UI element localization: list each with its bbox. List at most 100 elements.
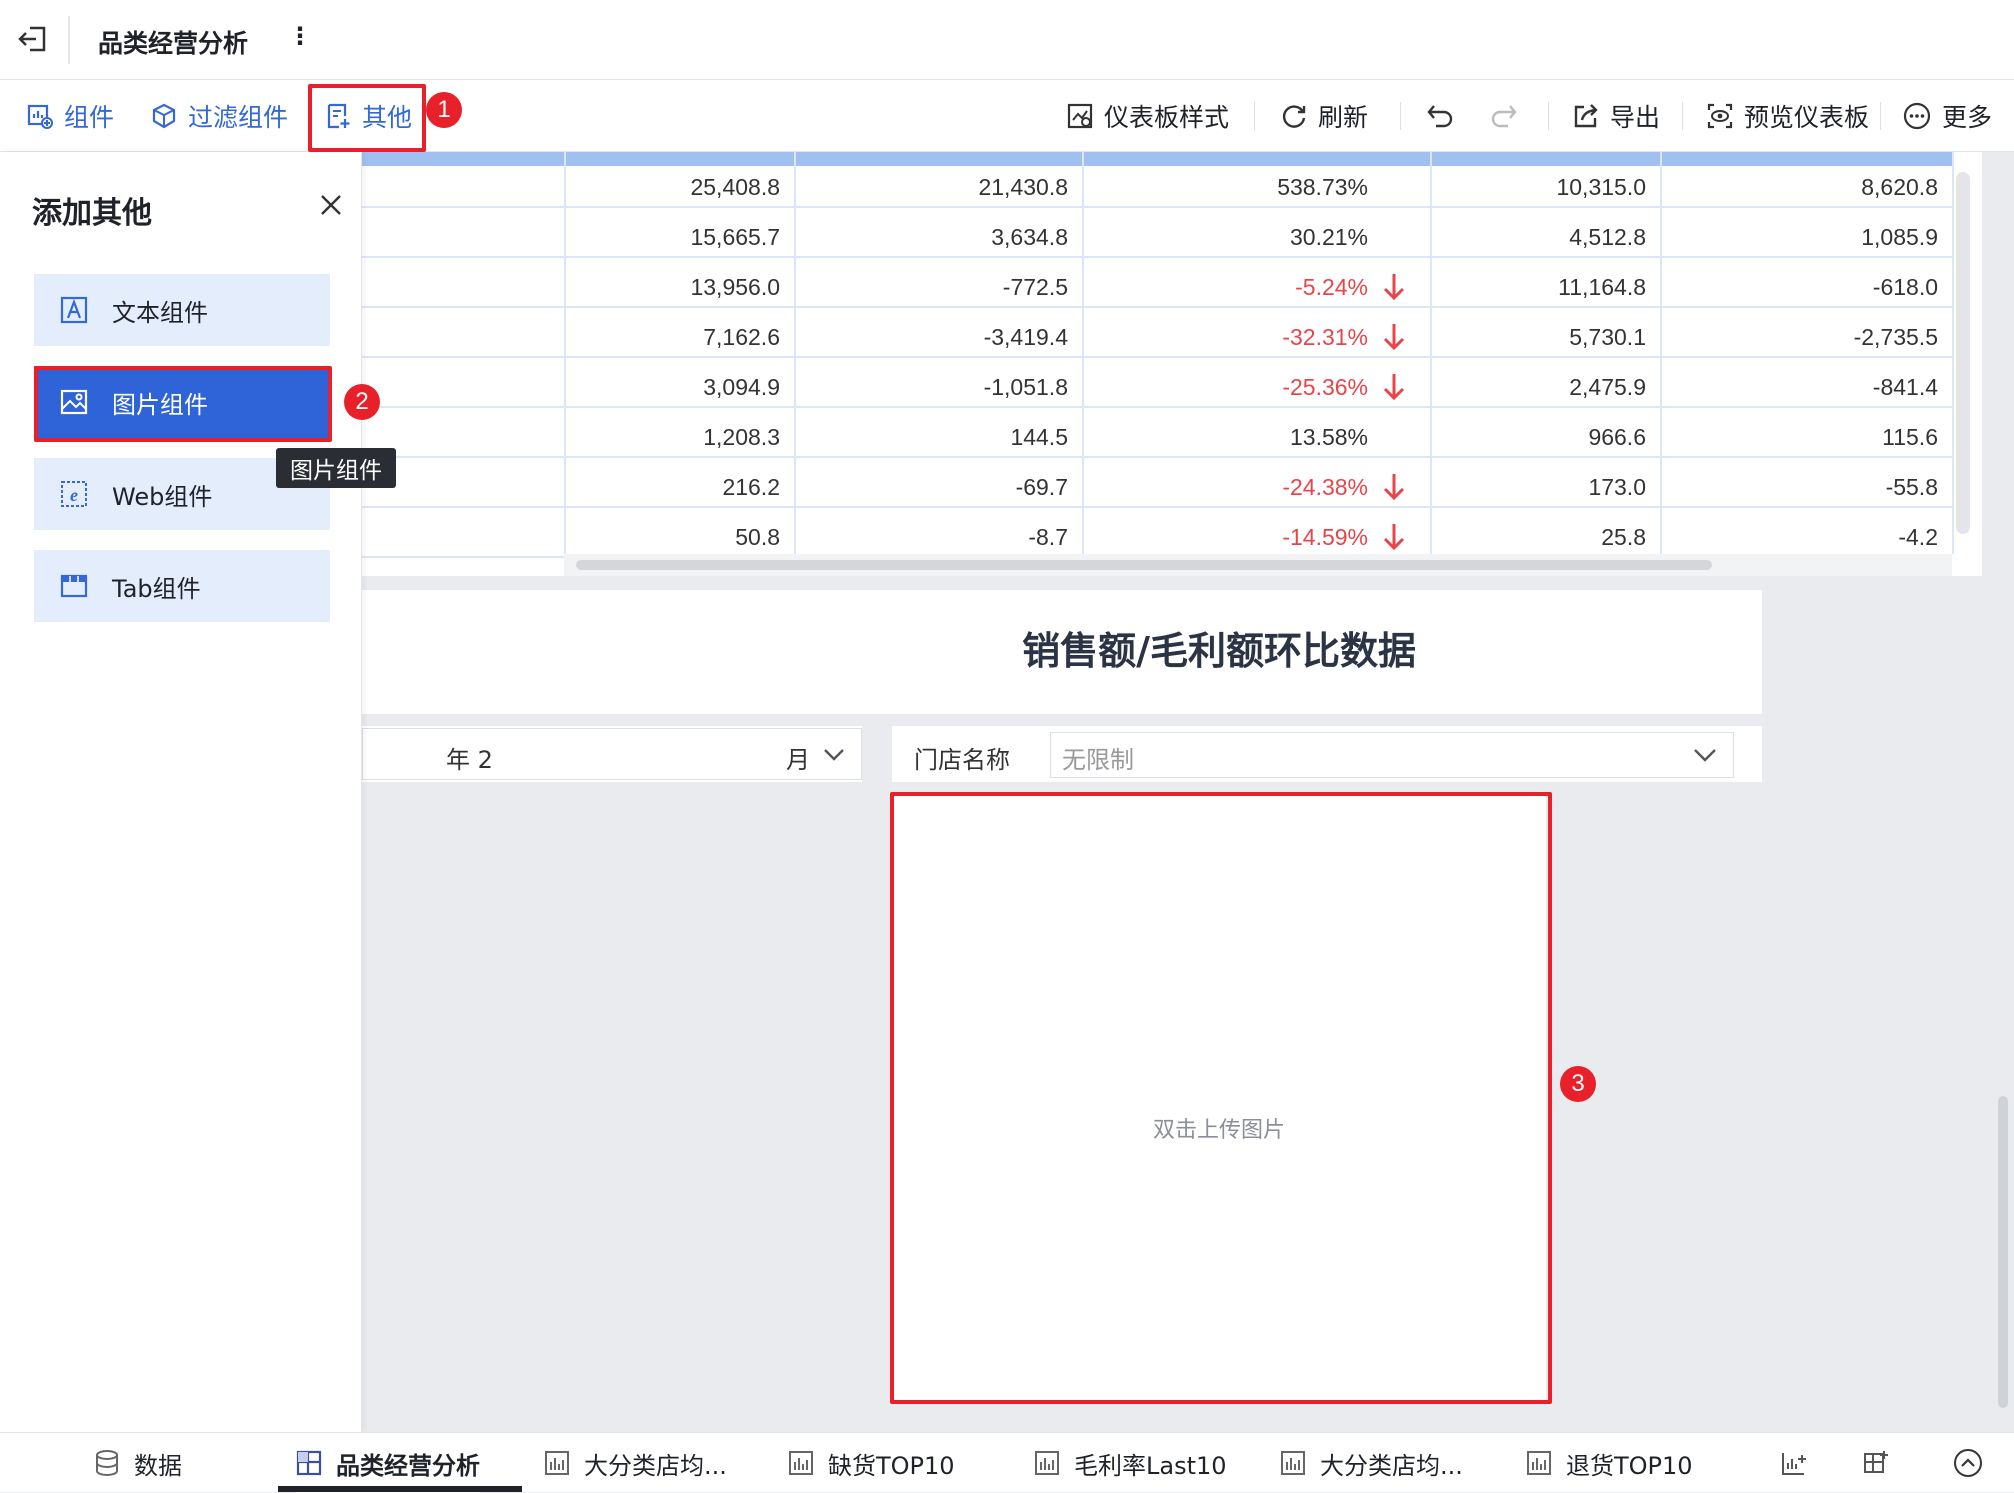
more-icon: [1902, 101, 1932, 131]
table-cell: -5.24%: [1295, 274, 1368, 300]
tab-data-label: 数据: [134, 1451, 182, 1480]
more-label: 更多: [1942, 103, 1993, 132]
toolbar-component-button[interactable]: 组件: [26, 80, 114, 152]
add-dashboard-icon[interactable]: [1862, 1449, 1890, 1477]
table-cell: 2,475.9: [1569, 374, 1646, 400]
preview-dashboard-button[interactable]: 预览仪表板: [1706, 80, 1869, 152]
toolbar-divider: [1682, 102, 1683, 130]
tab-category-analysis[interactable]: 品类经营分析: [296, 1433, 480, 1493]
export-button[interactable]: 导出: [1572, 80, 1660, 152]
export-label: 导出: [1610, 103, 1661, 132]
table-cell: 216.2: [722, 474, 780, 500]
table-cell: -4.2: [1898, 524, 1938, 550]
table-cell: 8,620.8: [1861, 174, 1938, 200]
tab-return-top10[interactable]: 退货TOP10: [1526, 1433, 1693, 1493]
dashboard-style-button[interactable]: 仪表板样式: [1066, 80, 1229, 152]
row-divider: [362, 206, 1952, 208]
chart-icon: [788, 1450, 814, 1476]
table-cell: 50.8: [735, 524, 780, 550]
tab-stockout-top10-label: 缺货TOP10: [828, 1451, 955, 1480]
row-divider: [362, 356, 1952, 358]
tab-category-avg-1[interactable]: 大分类店均...: [544, 1433, 727, 1493]
store-filter: 门店名称 无限制: [892, 726, 1762, 782]
panel-title: 添加其他: [32, 196, 152, 231]
down-arrow-icon: [1382, 272, 1406, 302]
filter-component-icon: [150, 102, 178, 130]
svg-text:e: e: [70, 485, 78, 505]
toolbar: 组件 过滤组件 其他 仪表板样式 刷新 导出 预览仪表板 更多: [0, 80, 2014, 152]
toolbar-divider: [1400, 102, 1401, 130]
table-cell: -3,419.4: [983, 324, 1068, 350]
top-bar: 品类经营分析 ⋮: [0, 0, 2014, 80]
month-label: 月: [786, 746, 810, 774]
active-tab-indicator: [278, 1486, 522, 1492]
tab-component-icon: [60, 572, 88, 600]
year-month-filter[interactable]: 年 2 月: [362, 726, 862, 782]
text-component-item[interactable]: 文本组件: [34, 274, 330, 346]
tab-component-item[interactable]: Tab组件: [34, 550, 330, 622]
table-cell: 1,085.9: [1861, 224, 1938, 250]
table-cell: -24.38%: [1282, 474, 1368, 500]
toolbar-filter-button[interactable]: 过滤组件: [150, 80, 288, 152]
close-icon[interactable]: [318, 192, 344, 218]
store-select[interactable]: [1050, 732, 1734, 778]
row-divider: [362, 306, 1952, 308]
table-cell: 538.73%: [1277, 174, 1368, 200]
tab-category-avg-2[interactable]: 大分类店均...: [1280, 1433, 1463, 1493]
image-component-highlight: [34, 366, 332, 442]
section-title-card: 销售额/毛利额环比数据: [362, 590, 1762, 714]
step-badge-1: 1: [426, 92, 462, 128]
down-arrow-icon: [1382, 472, 1406, 502]
horizontal-scrollbar-thumb[interactable]: [576, 560, 1712, 570]
page-title: 品类经营分析: [98, 29, 249, 58]
toolbar-divider: [1548, 102, 1549, 130]
down-arrow-icon: [1382, 322, 1406, 352]
refresh-button[interactable]: 刷新: [1280, 80, 1368, 152]
component-icon: [26, 102, 54, 130]
table-cell: -55.8: [1885, 474, 1938, 500]
store-label: 门店名称: [914, 746, 1010, 774]
page-scrollbar-thumb[interactable]: [1998, 1096, 2008, 1408]
tab-data[interactable]: 数据: [94, 1433, 182, 1493]
table-cell: 21,430.8: [978, 174, 1068, 200]
bottom-tab-bar: 数据 品类经营分析 大分类店均... 缺货TOP10 毛利率Last10 大分类…: [0, 1432, 2014, 1493]
dashboard-icon: [296, 1450, 322, 1476]
web-component-icon: e: [60, 480, 88, 508]
table-cell: -841.4: [1872, 374, 1938, 400]
table-cell: 25.8: [1601, 524, 1646, 550]
refresh-label: 刷新: [1318, 103, 1369, 132]
database-icon: [94, 1449, 120, 1477]
table-cell: 11,164.8: [1558, 274, 1646, 300]
export-icon: [1572, 102, 1600, 130]
toolbar-divider: [1254, 102, 1255, 130]
exit-icon[interactable]: [16, 22, 50, 56]
table-cell: 144.5: [1010, 424, 1068, 450]
column-divider: [794, 152, 796, 554]
table-cell: 13.58%: [1289, 424, 1368, 450]
down-arrow-icon: [1382, 372, 1406, 402]
toolbar-filter-label: 过滤组件: [188, 103, 289, 132]
table-cell: -69.7: [1015, 474, 1068, 500]
title-more-icon[interactable]: ⋮: [288, 22, 312, 50]
row-divider: [362, 256, 1952, 258]
image-component-tooltip: 图片组件: [276, 448, 396, 488]
year-value: 年 2: [446, 746, 493, 774]
table-cell: -14.59%: [1282, 524, 1368, 550]
add-other-panel: 添加其他 文本组件 图片组件 e Web组件 Tab组件: [0, 152, 362, 1432]
chevron-down-icon[interactable]: [1692, 744, 1718, 764]
tab-margin-last10[interactable]: 毛利率Last10: [1034, 1433, 1227, 1493]
table-cell: 4,512.8: [1569, 224, 1646, 250]
toolbar-component-label: 组件: [64, 103, 115, 132]
collapse-up-icon[interactable]: [1952, 1447, 1984, 1479]
add-chart-icon[interactable]: [1780, 1449, 1808, 1477]
chevron-down-icon[interactable]: [822, 744, 846, 764]
text-component-icon: [60, 296, 88, 324]
table-cell: 25,408.8: [690, 174, 780, 200]
redo-icon[interactable]: [1488, 102, 1518, 130]
more-button[interactable]: 更多: [1902, 80, 1992, 152]
divider: [68, 16, 70, 64]
tab-stockout-top10[interactable]: 缺货TOP10: [788, 1433, 955, 1493]
undo-icon[interactable]: [1426, 102, 1456, 130]
vertical-scrollbar-thumb[interactable]: [1956, 172, 1970, 534]
other-button-highlight: [308, 84, 426, 152]
